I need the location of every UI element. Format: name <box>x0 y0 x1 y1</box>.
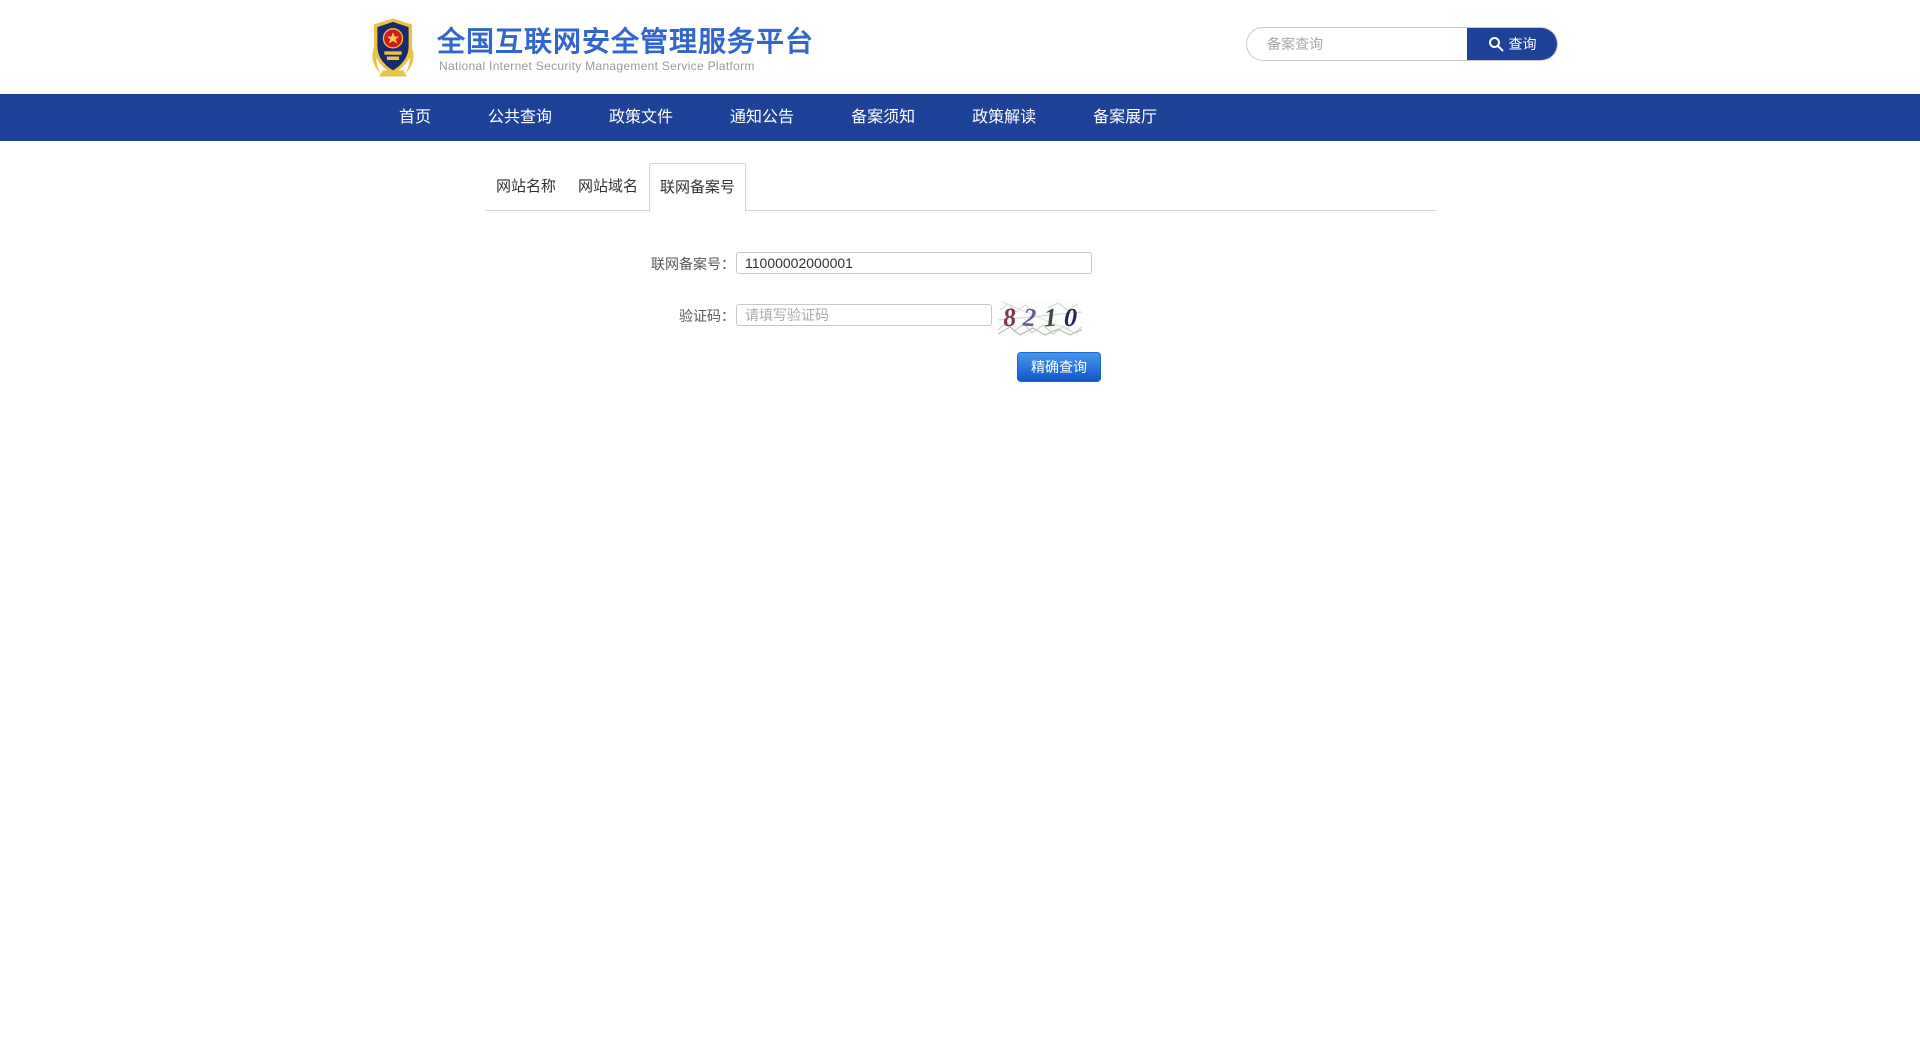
filing-number-input[interactable] <box>736 252 1092 274</box>
site-title: 全国互联网安全管理服务平台 <box>437 20 814 60</box>
search-icon <box>1488 36 1504 52</box>
header: 全国互联网安全管理服务平台 National Internet Security… <box>0 0 1920 94</box>
site-subtitle: National Internet Security Management Se… <box>439 59 755 73</box>
page: 全国互联网安全管理服务平台 National Internet Security… <box>0 0 1920 1040</box>
query-tabs: 网站名称 网站域名 联网备案号 <box>485 163 1437 211</box>
tab-website-name[interactable]: 网站名称 <box>485 163 567 210</box>
captcha-digit: 0 <box>1064 305 1078 331</box>
captcha-label: 验证码： <box>485 305 735 327</box>
nav-item-policy-interpretation[interactable]: 政策解读 <box>972 94 1036 141</box>
header-search: 查询 <box>1246 27 1558 61</box>
nav-item-notices[interactable]: 通知公告 <box>730 94 794 141</box>
nav-items: 首页 公共查询 政策文件 通知公告 备案须知 政策解读 备案展厅 <box>399 94 1157 141</box>
captcha-digit: 2 <box>1022 305 1037 332</box>
nav-item-policy-documents[interactable]: 政策文件 <box>609 94 673 141</box>
tab-website-domain[interactable]: 网站域名 <box>567 163 649 210</box>
main-navbar: 首页 公共查询 政策文件 通知公告 备案须知 政策解读 备案展厅 <box>0 94 1920 141</box>
captcha-digit: 8 <box>1002 304 1017 331</box>
captcha-input[interactable] <box>736 304 992 326</box>
nav-item-filing-instructions[interactable]: 备案须知 <box>851 94 915 141</box>
police-badge-logo <box>367 12 419 82</box>
nav-item-filing-hall[interactable]: 备案展厅 <box>1093 94 1157 141</box>
search-button[interactable]: 查询 <box>1467 28 1557 60</box>
filing-number-label: 联网备案号： <box>485 253 735 275</box>
captcha-digits: 8 2 1 0 <box>998 300 1082 336</box>
tab-filing-number[interactable]: 联网备案号 <box>649 163 746 212</box>
nav-item-home[interactable]: 首页 <box>399 94 431 141</box>
nav-item-public-query[interactable]: 公共查询 <box>488 94 552 141</box>
captcha-image[interactable]: 8 2 1 0 <box>998 300 1082 336</box>
captcha-digit: 1 <box>1043 305 1057 332</box>
search-input[interactable] <box>1247 28 1467 60</box>
exact-query-button[interactable]: 精确查询 <box>1017 352 1101 382</box>
search-button-label: 查询 <box>1509 34 1537 54</box>
